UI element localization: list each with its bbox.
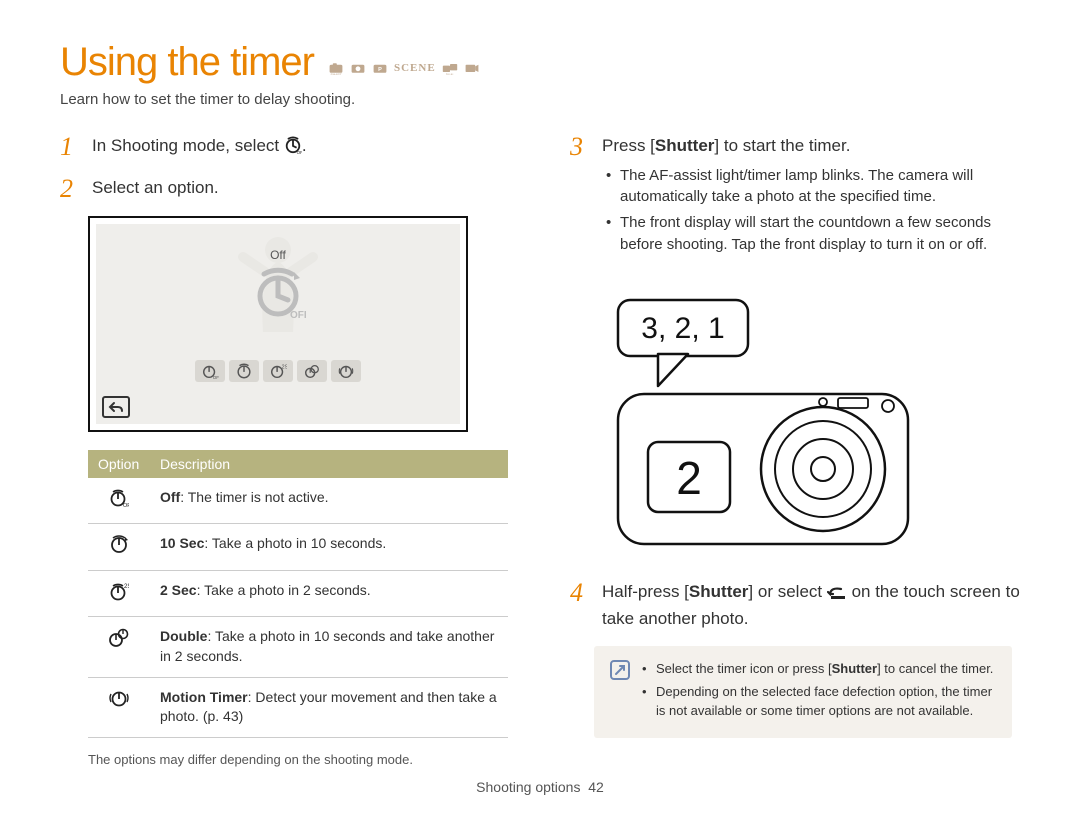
lcd-illustration: Off OFF OFF 2S [88,216,468,432]
step-number-4: 4 [570,580,588,606]
timer-10-icon [88,524,150,571]
page-title: Using the timer [60,40,314,85]
svg-text:2S: 2S [124,584,129,590]
timer-off-icon: OFF [88,478,150,524]
timer-double-icon [88,617,150,677]
option-description: 10 Sec: Take a photo in 10 seconds. [150,524,508,571]
step-number-3: 3 [570,134,588,160]
front-display-text: 2 [676,452,702,504]
step-4-text: Half-press [Shutter] or select on the to… [602,580,1020,632]
camera-illustration: 3, 2, 1 2 [598,294,1020,554]
scene-icon: SCENE [394,62,436,74]
svg-text:OFF: OFF [213,375,219,380]
step-number-2: 2 [60,176,78,202]
options-table: Option Description OFF Off: The timer is … [88,450,508,738]
step-3-text: Press [Shutter] to start the timer. [602,134,1020,159]
svg-text:DUAL: DUAL [445,73,454,75]
countdown-bubble-text: 3, 2, 1 [641,312,724,345]
note-box: Select the timer icon or press [Shutter]… [594,646,1012,739]
lcd-opt-double [297,360,327,382]
smart-auto-icon: SMART [328,61,344,75]
options-header-option: Option [88,450,150,478]
svg-text:OFF: OFF [290,310,306,321]
mode-icons-row: SMART P SCENE DUAL [328,61,480,75]
lcd-big-timer-icon: OFF [250,266,306,327]
motion-timer-icon [88,677,150,737]
back-curved-arrow-icon [827,583,847,608]
lcd-back-button [102,396,130,418]
left-column: 1 In Shooting mode, select OFF . 2 Selec… [60,134,510,767]
svg-text:SMART: SMART [330,73,341,75]
page-subtitle: Learn how to set the timer to delay shoo… [60,91,1020,108]
svg-text:P: P [378,67,382,73]
options-footnote: The options may differ depending on the … [88,752,510,767]
timer-2-icon: 2S [88,570,150,617]
option-description: Motion Timer: Detect your movement and t… [150,677,508,737]
option-description: Double: Take a photo in 10 seconds and t… [150,617,508,677]
right-column: 3 Press [Shutter] to start the timer. Th… [570,134,1020,767]
lcd-opt-2: 2S [263,360,293,382]
step-1-text: In Shooting mode, select OFF . [92,134,307,162]
table-row: 2S 2 Sec: Take a photo in 2 seconds. [88,570,508,617]
note-icon [610,660,630,680]
movie-icon [464,61,480,75]
note-item-2: Depending on the selected face defection… [642,683,996,721]
dual-icon: DUAL [442,61,458,75]
table-row: 10 Sec: Take a photo in 10 seconds. [88,524,508,571]
lcd-opt-10 [229,360,259,382]
timer-off-icon: OFF [284,136,302,162]
lcd-opt-off: OFF [195,360,225,382]
lcd-opt-motion [331,360,361,382]
option-description: 2 Sec: Take a photo in 2 seconds. [150,570,508,617]
options-header-description: Description [150,450,508,478]
lcd-off-label: Off [270,248,286,262]
svg-text:OFF: OFF [296,150,301,154]
svg-text:2S: 2S [282,364,287,370]
svg-text:OFF: OFF [123,503,129,508]
camera-p-icon: P [372,61,388,75]
camera-icon [350,61,366,75]
table-row: Double: Take a photo in 10 seconds and t… [88,617,508,677]
step-3-bullets: The AF-assist light/timer lamp blinks. T… [602,165,1020,256]
table-row: OFF Off: The timer is not active. [88,478,508,524]
table-row: Motion Timer: Detect your movement and t… [88,677,508,737]
page-footer: Shooting options 42 [0,779,1080,795]
step-number-1: 1 [60,134,78,160]
option-description: Off: The timer is not active. [150,478,508,524]
note-item-1: Select the timer icon or press [Shutter]… [642,660,996,679]
step-2-text: Select an option. [92,176,219,201]
